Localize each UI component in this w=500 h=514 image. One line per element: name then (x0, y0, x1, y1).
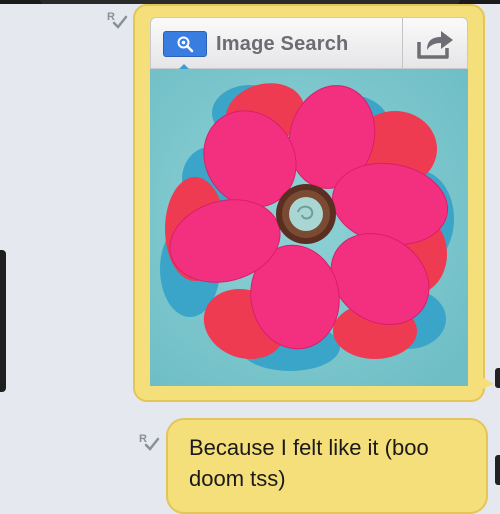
right-edge-handle (495, 368, 500, 388)
read-receipt-icon: R (106, 9, 128, 31)
toolbar-divider (402, 18, 403, 68)
read-receipt-icon: R (138, 431, 160, 453)
left-scroll-handle[interactable] (0, 250, 6, 392)
right-edge-handle-2 (495, 455, 500, 485)
image-search-toolbar: Image Search (150, 17, 468, 69)
magnifier-icon (163, 31, 207, 57)
image-search-label: Image Search (216, 32, 349, 55)
svg-text:R: R (139, 433, 147, 445)
share-button[interactable] (413, 26, 457, 62)
share-arrow-icon (417, 31, 453, 59)
felt-flower-photo[interactable] (150, 69, 468, 386)
image-search-button[interactable]: Image Search (163, 31, 348, 57)
message-text: Because I felt like it (boo doom tss) (189, 435, 429, 491)
svg-text:R: R (107, 11, 115, 23)
